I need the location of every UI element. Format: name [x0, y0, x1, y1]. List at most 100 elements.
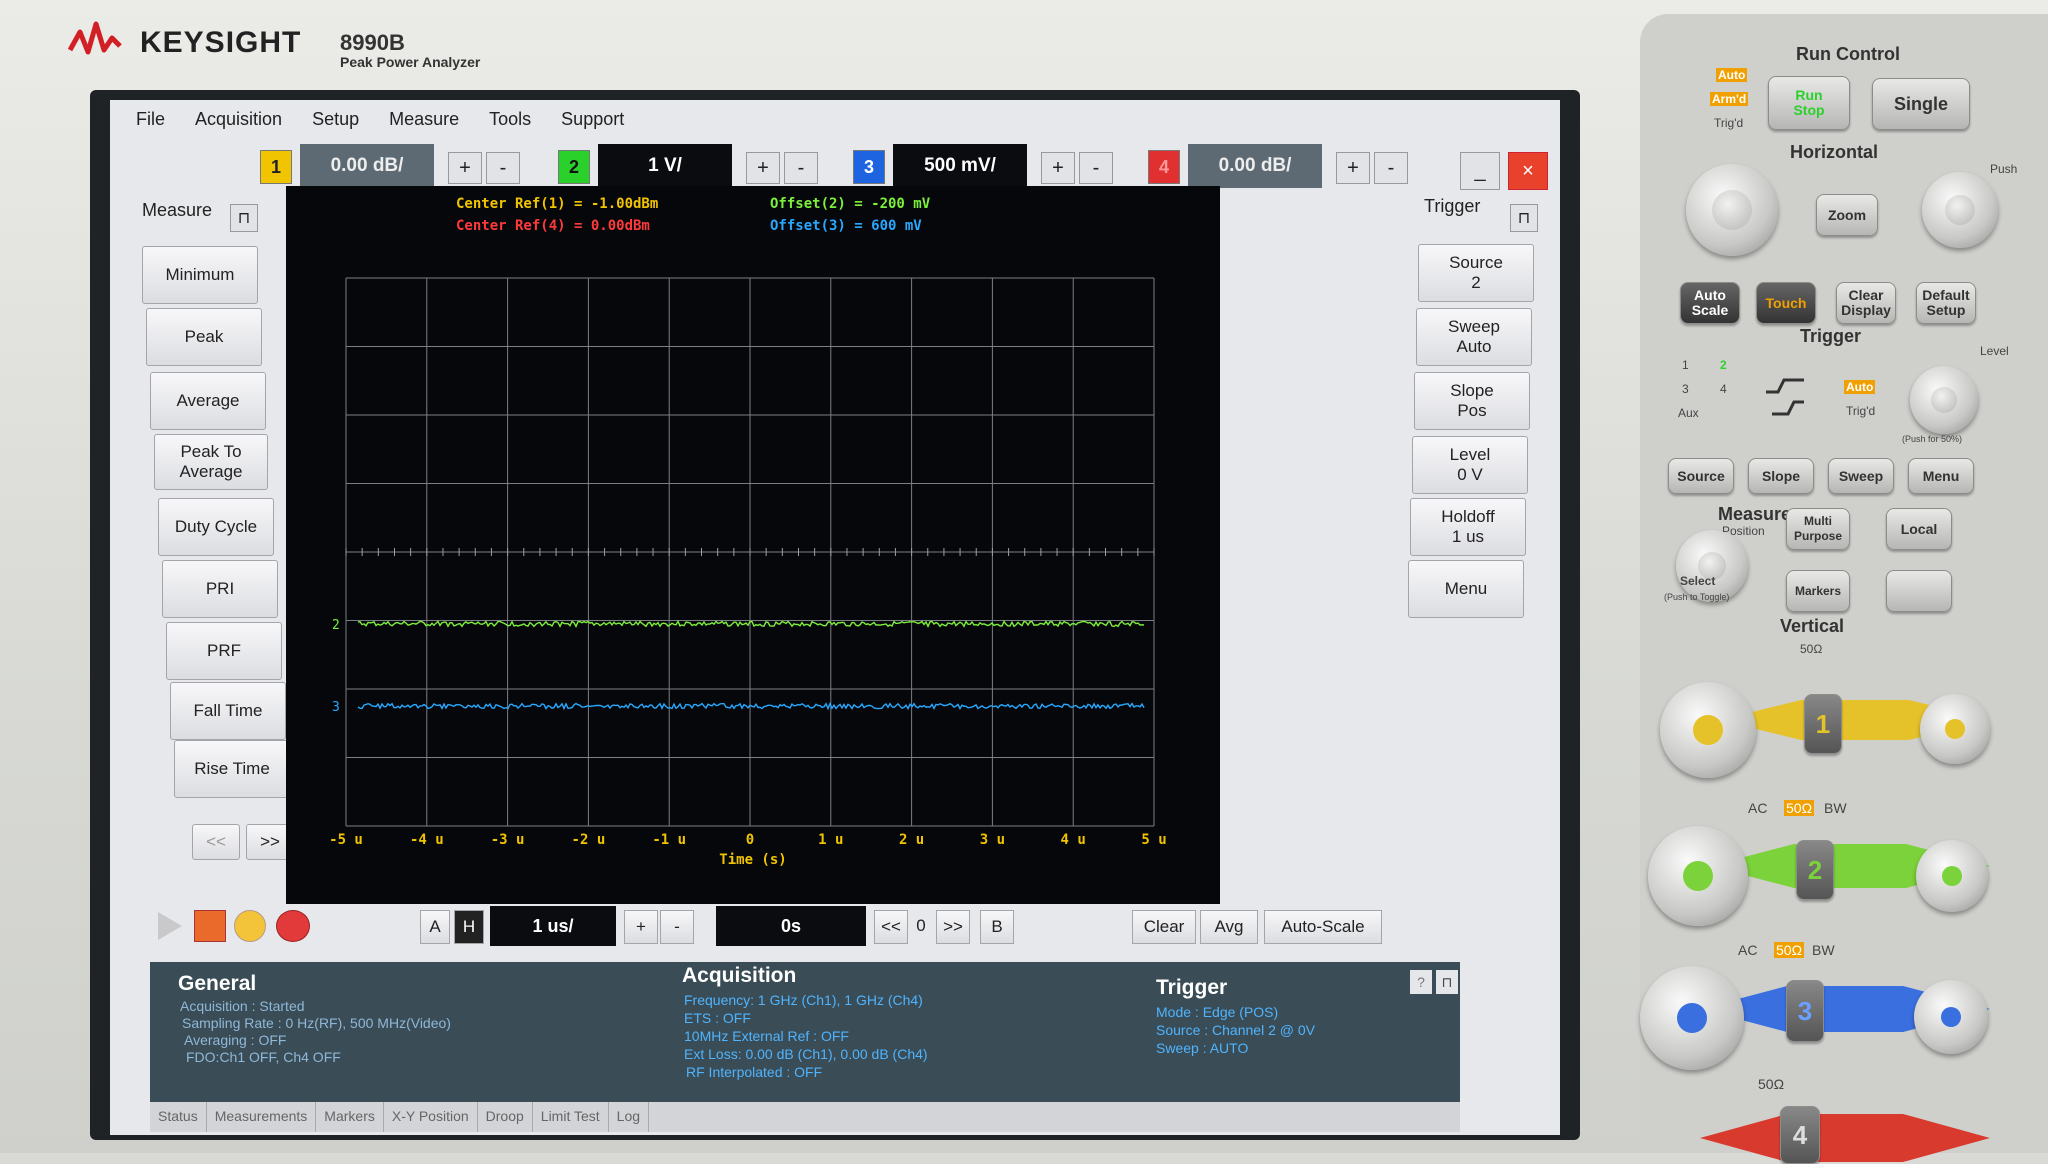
trigger-level-knob[interactable]: [1910, 366, 1978, 434]
trigger-panel-title: Trigger: [1800, 326, 1862, 346]
measure-prev-button[interactable]: <<: [192, 824, 240, 860]
channel-3-minus-button[interactable]: -: [1079, 152, 1113, 184]
channel-1-button[interactable]: 1: [260, 150, 292, 184]
tab-status[interactable]: Status: [150, 1102, 207, 1132]
delay-value[interactable]: 0s: [716, 906, 866, 946]
menu-measure[interactable]: Measure: [389, 109, 459, 130]
marker-b-button[interactable]: B: [980, 910, 1014, 944]
channel-3-plus-button[interactable]: +: [1041, 152, 1075, 184]
clear-display-button[interactable]: Clear Display: [1836, 282, 1896, 324]
channel-1-scale[interactable]: 0.00 dB/: [300, 144, 434, 188]
single-button[interactable]: Single: [1872, 78, 1970, 130]
record-icon[interactable]: [276, 910, 310, 942]
timebase-plus-button[interactable]: +: [624, 910, 658, 944]
measure-peak-to-average-button[interactable]: Peak To Average: [154, 434, 268, 490]
tab-markers[interactable]: Markers: [316, 1102, 384, 1132]
waveform-chart: -5 u -4 u -3 u -2 u -1 u 0 1 u 2 u 3 u 4 u 5 u 2 3: [329, 277, 1167, 848]
delay-zero-button[interactable]: 0: [910, 910, 932, 942]
channel-4-scale[interactable]: 0.00 dB/: [1188, 144, 1322, 188]
channel-3-scale[interactable]: 500 mV/: [893, 144, 1027, 188]
tab-droop[interactable]: Droop: [478, 1102, 533, 1132]
local-button[interactable]: Local: [1886, 508, 1952, 550]
play-icon[interactable]: [154, 910, 184, 942]
trigger-source-hw-button[interactable]: Source: [1668, 458, 1734, 494]
waveform-display[interactable]: Center Ref(1) = -1.00dBm Center Ref(4) =…: [286, 186, 1220, 904]
channel-2-button[interactable]: 2: [558, 150, 590, 184]
channel-3-scale-knob[interactable]: [1640, 966, 1744, 1070]
channel-1-plus-button[interactable]: +: [448, 152, 482, 184]
tab-measurements[interactable]: Measurements: [207, 1102, 317, 1132]
menu-tools[interactable]: Tools: [489, 109, 531, 130]
trigger-level-button[interactable]: Level 0 V: [1412, 436, 1528, 494]
single-icon[interactable]: [234, 910, 266, 942]
channel-1-hw-button[interactable]: 1: [1804, 694, 1842, 754]
trigger-pin-icon[interactable]: ⊓: [1510, 204, 1538, 232]
channel-2-offset-knob[interactable]: [1916, 840, 1988, 912]
multi-purpose-button[interactable]: Multi Purpose: [1786, 508, 1850, 550]
measure-fall-time-button[interactable]: Fall Time: [170, 682, 286, 740]
zoom-button[interactable]: Zoom: [1816, 194, 1878, 236]
channel-4-minus-button[interactable]: -: [1374, 152, 1408, 184]
auto-scale-button[interactable]: Auto-Scale: [1264, 910, 1382, 944]
run-stop-button[interactable]: Run Stop: [1768, 76, 1850, 130]
measure-duty-cycle-button[interactable]: Duty Cycle: [158, 498, 274, 556]
tab-xy-position[interactable]: X-Y Position: [384, 1102, 478, 1132]
marker-a-button[interactable]: A: [420, 910, 450, 944]
channel-4-hw-button[interactable]: 4: [1780, 1106, 1820, 1164]
auto-scale-hw-button[interactable]: Auto Scale: [1680, 282, 1740, 324]
horizontal-position-knob[interactable]: [1922, 172, 1998, 248]
trigger-slope-button[interactable]: Slope Pos: [1414, 372, 1530, 430]
h-button[interactable]: H: [454, 910, 484, 944]
horizontal-scale-knob[interactable]: [1686, 164, 1778, 256]
trigger-source-button[interactable]: Source 2: [1418, 244, 1534, 302]
channel-4-button[interactable]: 4: [1148, 150, 1180, 184]
default-setup-button[interactable]: Default Setup: [1916, 282, 1976, 324]
channel-1-offset-knob[interactable]: [1920, 694, 1990, 764]
avg-button[interactable]: Avg: [1200, 910, 1258, 944]
menu-acquisition[interactable]: Acquisition: [195, 109, 282, 130]
touch-button[interactable]: Touch: [1756, 282, 1816, 324]
trigger-src-1: 1: [1682, 358, 1689, 372]
menu-support[interactable]: Support: [561, 109, 624, 130]
channel-1-minus-button[interactable]: -: [486, 152, 520, 184]
menu-file[interactable]: File: [136, 109, 165, 130]
channel-3-hw-button[interactable]: 3: [1786, 980, 1824, 1042]
info-pin-icon[interactable]: ⊓: [1436, 970, 1458, 994]
trigger-sweep-hw-button[interactable]: Sweep: [1828, 458, 1894, 494]
measure-prf-button[interactable]: PRF: [166, 622, 282, 680]
channel-2-hw-button[interactable]: 2: [1796, 840, 1834, 900]
delay-prev-button[interactable]: <<: [874, 910, 908, 944]
tab-limit-test[interactable]: Limit Test: [533, 1102, 609, 1132]
blank-hw-button[interactable]: [1886, 570, 1952, 612]
trigger-menu-hw-button[interactable]: Menu: [1908, 458, 1974, 494]
trigger-slope-hw-button[interactable]: Slope: [1748, 458, 1814, 494]
measure-pin-icon[interactable]: ⊓: [230, 204, 258, 232]
channel-2-plus-button[interactable]: +: [746, 152, 780, 184]
stop-icon[interactable]: [194, 910, 226, 942]
measure-average-button[interactable]: Average: [150, 372, 266, 430]
channel-2-scale-knob[interactable]: [1648, 826, 1748, 926]
channel-3-offset-knob[interactable]: [1914, 980, 1988, 1054]
close-button[interactable]: ×: [1508, 152, 1548, 190]
delay-next-button[interactable]: >>: [936, 910, 970, 944]
markers-button[interactable]: Markers: [1786, 570, 1850, 612]
timebase-minus-button[interactable]: -: [660, 910, 694, 944]
channel-2-minus-button[interactable]: -: [784, 152, 818, 184]
timebase-value[interactable]: 1 us/: [490, 906, 616, 946]
tab-log[interactable]: Log: [609, 1102, 650, 1132]
trigger-holdoff-button[interactable]: Holdoff 1 us: [1410, 498, 1526, 556]
channel-1-scale-knob[interactable]: [1660, 682, 1756, 778]
measure-rise-time-button[interactable]: Rise Time: [174, 740, 290, 798]
help-button[interactable]: ?: [1410, 970, 1432, 994]
measure-minimum-button[interactable]: Minimum: [142, 246, 258, 304]
channel-4-plus-button[interactable]: +: [1336, 152, 1370, 184]
clear-button[interactable]: Clear: [1132, 910, 1196, 944]
channel-3-button[interactable]: 3: [853, 150, 885, 184]
measure-pri-button[interactable]: PRI: [162, 560, 278, 618]
menu-setup[interactable]: Setup: [312, 109, 359, 130]
minimize-button[interactable]: _: [1460, 152, 1500, 190]
trigger-sweep-button[interactable]: Sweep Auto: [1416, 308, 1532, 366]
measure-peak-button[interactable]: Peak: [146, 308, 262, 366]
channel-2-scale[interactable]: 1 V/: [598, 144, 732, 188]
trigger-menu-button[interactable]: Menu: [1408, 560, 1524, 618]
